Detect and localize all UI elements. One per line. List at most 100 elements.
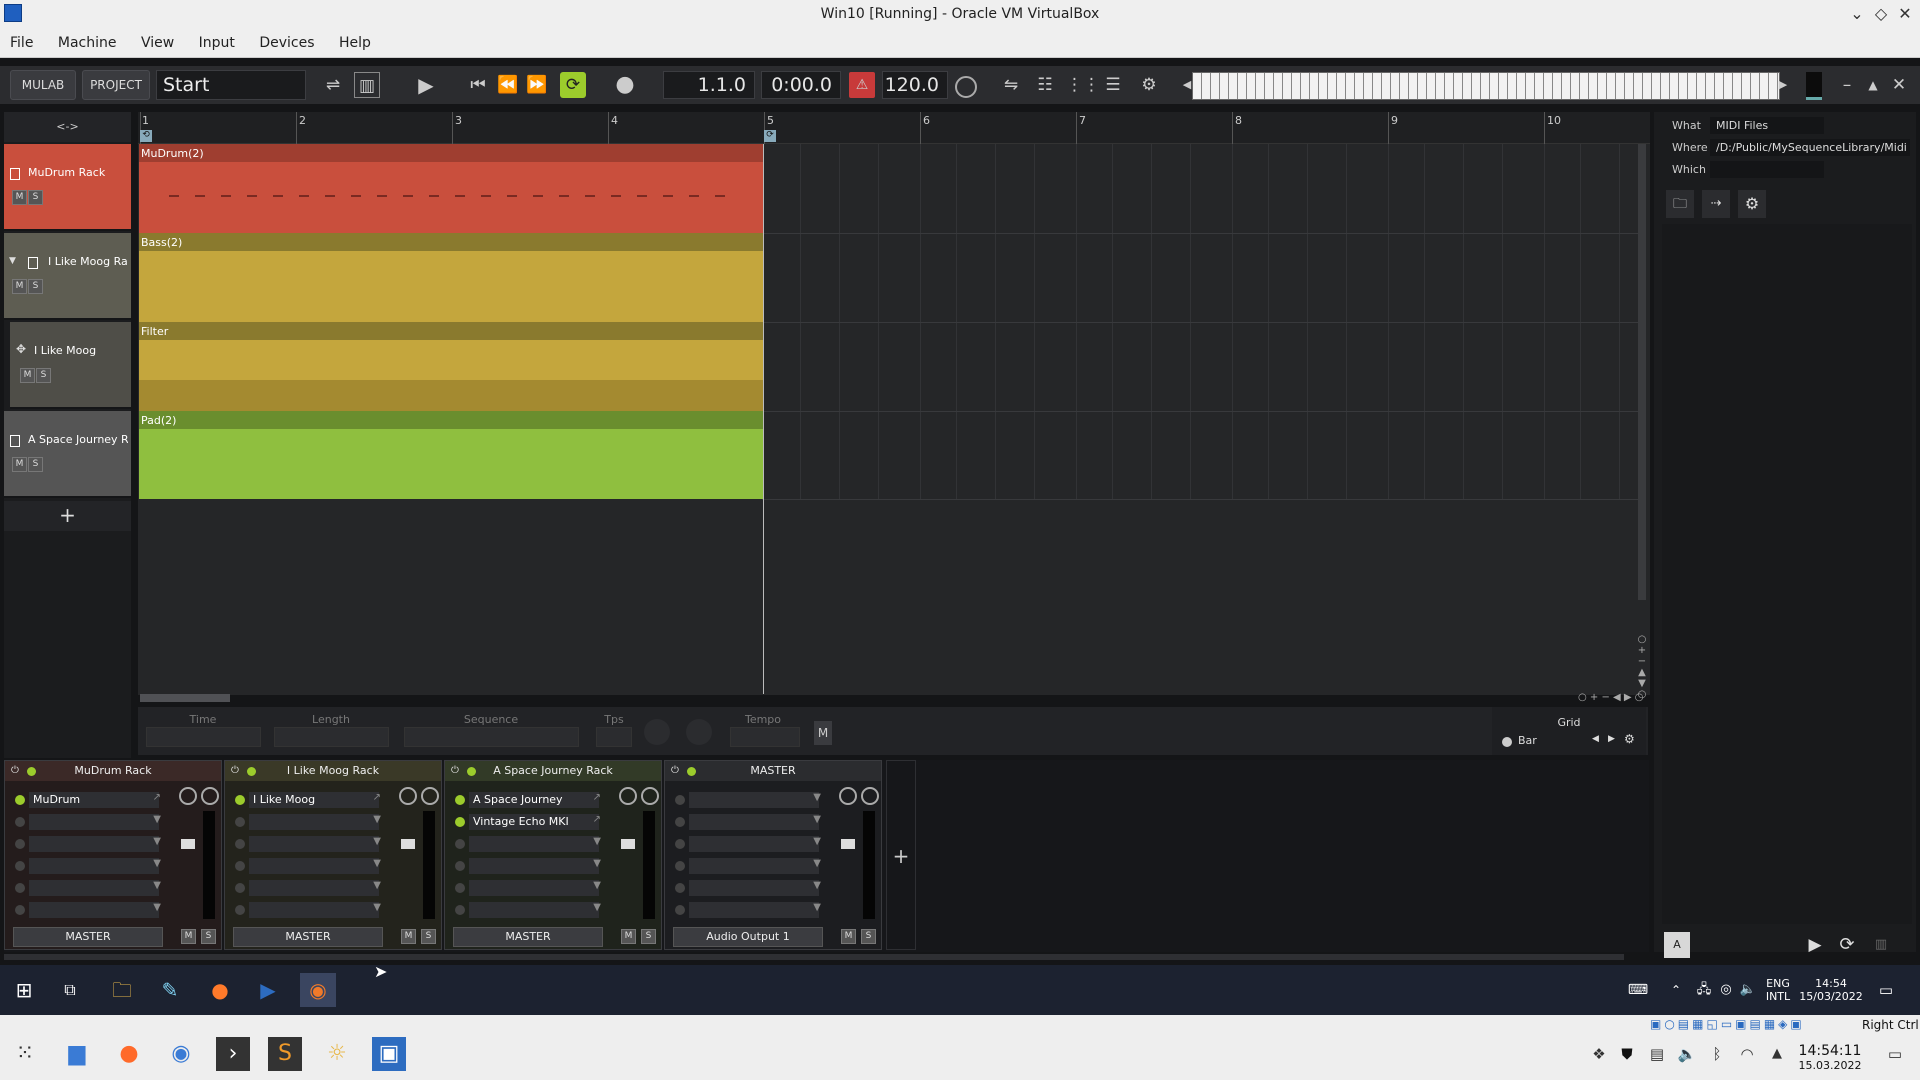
mute-button[interactable]: M [12,279,27,294]
vbox-status-icons[interactable]: ▣○▤▦◱▭▣▤▦◈▣ [1650,1017,1850,1033]
power-icon[interactable]: ⏻ [671,765,679,776]
tps-field[interactable] [596,727,632,747]
mulab-button[interactable]: MULAB [10,70,76,100]
power-icon[interactable]: ⏻ [451,765,459,776]
task-view-icon[interactable]: ⧉ [52,973,88,1007]
solo-button[interactable]: S [28,457,43,472]
menu-machine[interactable]: Machine [48,28,127,51]
insert-slot-empty[interactable]: ▼ [11,879,161,897]
output-select[interactable]: MASTER [453,927,603,947]
power-icon[interactable]: ⏻ [11,765,19,776]
grid-next-icon[interactable]: ▶ [1608,734,1615,744]
insert-slot-empty[interactable]: ▼ [231,835,381,853]
project-button[interactable]: PROJECT [82,70,150,100]
insert-slot[interactable]: MuDrum ↗ [11,791,161,809]
host-clock[interactable]: 14:54:11 15.03.2022 [1792,1043,1868,1072]
send-knob[interactable] [201,787,219,805]
volume-fader[interactable] [621,839,635,849]
maximize-icon[interactable]: ◇ [1870,3,1892,25]
clip-bass[interactable]: Bass(2) [139,233,763,322]
browser-settings-icon[interactable]: ⚙ [1738,190,1766,218]
add-track-button[interactable]: + [4,501,131,531]
notepad-icon[interactable]: ✎ [152,973,188,1007]
pan-knob[interactable] [179,787,197,805]
insert-slot-empty[interactable]: ▼ [11,835,161,853]
file-explorer-icon[interactable]: 🗀 [104,973,140,1007]
fast-forward-icon[interactable]: ⏩ [524,72,550,98]
host-tray-chevron-icon[interactable]: ▲ [1760,1037,1794,1071]
solo-button[interactable]: S [421,929,436,944]
insert-slot-empty[interactable]: ▼ [671,813,821,831]
app-minimize-icon[interactable]: – [1834,72,1860,98]
host-chrome-icon[interactable]: ◉ [164,1037,198,1071]
mixer-icon[interactable]: ☷ [1032,72,1058,98]
import-icon[interactable]: ⇢ [1702,190,1730,218]
menu-file[interactable]: File [0,28,43,51]
track-a-space-journey-rack[interactable]: A Space Journey R M S [4,411,131,498]
mute-button[interactable]: M [181,929,196,944]
pan-knob[interactable] [399,787,417,805]
mute-button[interactable]: M [20,368,35,383]
firefox-icon[interactable]: ● [202,973,238,1007]
settings-icon[interactable]: ⚙ [1136,72,1162,98]
guest-clock[interactable]: 14:54 15/03/2022 [1796,977,1866,1003]
preview-loop-icon[interactable]: ⟳ [1834,932,1860,958]
metronome-icon[interactable]: ⚠ [849,72,875,98]
host-volume-icon[interactable]: 🔈 [1670,1037,1704,1071]
solo-button[interactable]: S [36,368,51,383]
loop-icon[interactable]: ⟳ [560,72,586,98]
host-virtualbox-icon[interactable]: ▣ [372,1037,406,1071]
host-terminal-icon[interactable]: › [216,1037,250,1071]
play-icon[interactable]: ▶ [413,72,439,98]
volume-fader[interactable] [181,839,195,849]
insert-slot-empty[interactable]: ▼ [671,879,821,897]
automation-icon[interactable]: ⇋ [998,72,1024,98]
mute-button[interactable]: M [621,929,636,944]
what-field[interactable]: MIDI Files [1710,117,1824,134]
pan-knob[interactable] [619,787,637,805]
insert-slot-empty[interactable]: ▼ [451,857,601,875]
power-icon[interactable]: ⏻ [231,765,239,776]
host-files-icon[interactable]: ▆ [60,1037,94,1071]
send-knob[interactable] [861,787,879,805]
collapse-icon[interactable]: ▼ [9,256,16,266]
timeline-ruler[interactable]: 1 2 3 4 5 6 7 8 9 10 ⟲ ⟳ [138,112,1650,144]
menu-devices[interactable]: Devices [249,28,324,51]
zoom-controls[interactable]: ○ + − ▲ ▼ ○ [1636,634,1648,700]
solo-button[interactable]: S [201,929,216,944]
horizontal-scrollbar[interactable] [140,694,230,702]
insert-slot[interactable]: Vintage Echo MKI ↗ [451,813,601,831]
tempo-field[interactable] [730,727,800,747]
clip-pad[interactable]: Pad(2) [139,411,763,499]
pan-knob[interactable] [839,787,857,805]
volume-fader[interactable] [401,839,415,849]
send-knob[interactable] [421,787,439,805]
wifi-tray-icon[interactable]: ◠ [1730,1037,1764,1071]
mute-button[interactable]: M [401,929,416,944]
loop-end-icon[interactable]: ⟳ [764,130,776,142]
track-nav-arrows[interactable]: <-> [4,112,131,142]
m-button[interactable]: M [814,721,832,745]
close-icon[interactable]: ✕ [1894,3,1916,25]
solo-button[interactable]: S [641,929,656,944]
track-mudrum-rack[interactable]: MuDrum Rack M S [4,144,131,231]
horizontal-zoom-controls[interactable]: ○ + − ◀ ▶ ○ [1578,692,1648,704]
insert-slot-empty[interactable]: ▼ [231,901,381,919]
output-select[interactable]: Audio Output 1 [673,927,823,947]
mixer-scrollbar[interactable] [4,954,1624,960]
skip-start-icon[interactable]: ⏮ [465,72,491,98]
grid-settings-icon[interactable]: ⚙ [1624,732,1635,746]
insert-slot-empty[interactable]: ▼ [671,835,821,853]
solo-button[interactable]: S [28,190,43,205]
time-field[interactable] [146,727,261,747]
panel-icon[interactable]: ▥ [354,72,380,98]
menu-view[interactable]: View [131,28,184,51]
mute-button[interactable]: M [841,929,856,944]
mulab-taskbar-icon[interactable]: ◉ [300,973,336,1007]
insert-slot-empty[interactable]: ▼ [231,857,381,875]
folder-icon[interactable]: 🗀 [1666,190,1694,218]
mute-button[interactable]: M [12,190,27,205]
insert-slot-empty[interactable]: ▼ [671,857,821,875]
grid-prev-icon[interactable]: ◀ [1592,734,1599,744]
add-strip-button[interactable]: + [886,760,916,950]
